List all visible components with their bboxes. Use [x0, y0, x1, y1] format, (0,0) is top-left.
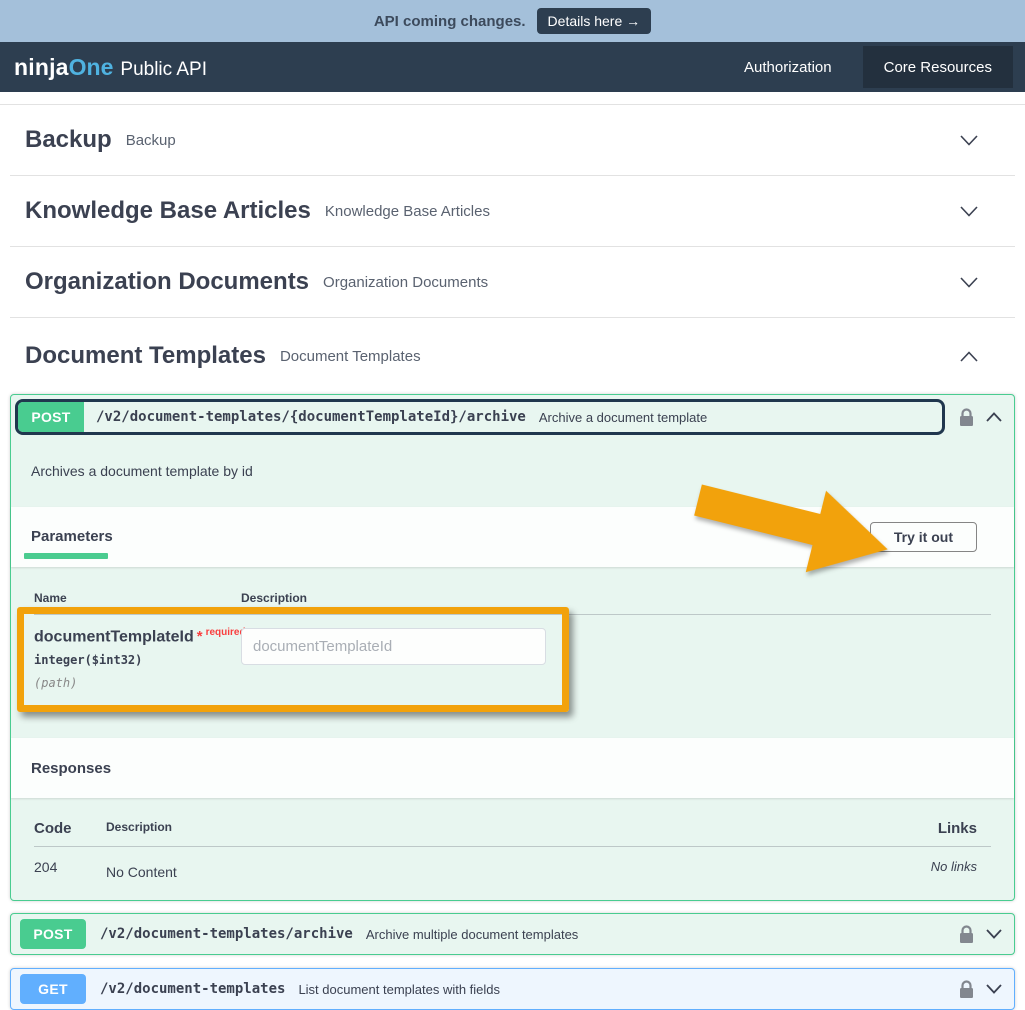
- response-links: No links: [881, 859, 991, 874]
- parameter-description-cell: [241, 627, 991, 690]
- auth-lock-icon[interactable]: [959, 980, 974, 999]
- banner-message: API coming changes.: [374, 13, 526, 30]
- response-description: No Content: [106, 859, 881, 880]
- parameters-tab: Parameters: [31, 528, 113, 555]
- try-it-out-button[interactable]: Try it out: [870, 522, 977, 552]
- opblock-summary-focus-ring[interactable]: POST /v2/document-templates/{documentTem…: [15, 399, 945, 435]
- opblock-archive-multiple-templates: POST /v2/document-templates/archive Arch…: [10, 913, 1015, 955]
- parameter-type: integer($int32): [34, 653, 241, 667]
- required-asterisk: *: [197, 628, 203, 645]
- parameters-table: Name Description documentTemplateId*requ…: [11, 567, 1014, 738]
- api-content: Backup Backup Knowledge Base Articles Kn…: [0, 105, 1025, 1010]
- endpoint-path: /v2/document-templates/archive: [100, 926, 353, 942]
- endpoint-path: /v2/document-templates/{documentTemplate…: [96, 402, 526, 432]
- tag-title: Backup: [25, 126, 112, 154]
- parameters-tab-underline: [24, 553, 108, 559]
- required-label: required: [206, 627, 246, 638]
- chevron-down-icon[interactable]: [986, 984, 1002, 994]
- opblock-archive-document-template: POST /v2/document-templates/{documentTem…: [10, 394, 1015, 901]
- parameters-title: Parameters: [31, 528, 113, 545]
- responses-header: Responses: [11, 738, 1014, 798]
- parameters-table-head: Name Description: [34, 591, 991, 605]
- links-column-header: Links: [881, 820, 991, 837]
- tag-description: Backup: [126, 132, 176, 149]
- details-here-button[interactable]: Details here →: [537, 8, 652, 34]
- operation-description: Archives a document template by id: [11, 439, 1014, 507]
- brand-one: One: [69, 54, 114, 81]
- nav-link-core-resources[interactable]: Core Resources: [863, 46, 1013, 88]
- chevron-down-icon[interactable]: [960, 206, 978, 217]
- navbar-links: Authorization Core Resources: [723, 42, 1025, 92]
- tag-title: Organization Documents: [25, 268, 309, 296]
- tag-section-knowledge-base-articles[interactable]: Knowledge Base Articles Knowledge Base A…: [10, 176, 1015, 247]
- parameter-name-cell: documentTemplateId*required integer($int…: [34, 627, 241, 690]
- tag-section-backup[interactable]: Backup Backup: [10, 105, 1015, 176]
- chevron-down-icon[interactable]: [986, 929, 1002, 939]
- method-badge-post: POST: [20, 919, 86, 949]
- method-badge-post: POST: [18, 402, 84, 432]
- response-description-column-header: Description: [106, 820, 881, 834]
- tag-description: Knowledge Base Articles: [325, 203, 490, 220]
- responses-title: Responses: [31, 760, 111, 777]
- tag-title: Knowledge Base Articles: [25, 197, 311, 225]
- chevron-down-icon[interactable]: [960, 277, 978, 288]
- page: API coming changes. Details here → ninja…: [0, 0, 1025, 1010]
- tag-description: Document Templates: [280, 348, 421, 365]
- tag-section-document-templates[interactable]: Document Templates Document Templates: [10, 318, 1015, 394]
- auth-lock-icon[interactable]: [959, 925, 974, 944]
- endpoint-summary: Archive multiple document templates: [366, 927, 578, 942]
- brand-ninja: ninja: [14, 54, 69, 81]
- parameter-name: documentTemplateId: [34, 628, 194, 645]
- tag-description: Organization Documents: [323, 274, 488, 291]
- tag-section-organization-documents[interactable]: Organization Documents Organization Docu…: [10, 247, 1015, 318]
- responses-table: Code Description Links 204 No Content No…: [11, 798, 1014, 900]
- chevron-up-icon[interactable]: [986, 412, 1002, 422]
- brand-logo[interactable]: ninja One Public API: [14, 54, 207, 81]
- announcement-banner: API coming changes. Details here →: [0, 0, 1025, 42]
- opblock-list-document-templates: GET /v2/document-templates List document…: [10, 968, 1015, 1010]
- nav-link-authorization[interactable]: Authorization: [723, 42, 853, 92]
- document-template-id-input[interactable]: [241, 628, 546, 665]
- brand-public-api: Public API: [120, 59, 207, 81]
- method-badge-get: GET: [20, 974, 86, 1004]
- endpoint-summary: Archive a document template: [539, 402, 707, 432]
- response-row: 204 No Content No links: [34, 847, 991, 880]
- endpoint-path: /v2/document-templates: [100, 981, 285, 997]
- description-column-header: Description: [241, 591, 991, 605]
- parameter-location: (path): [34, 676, 241, 690]
- endpoint-summary: List document templates with fields: [298, 982, 500, 997]
- tag-title: Document Templates: [25, 342, 266, 370]
- name-column-header: Name: [34, 591, 241, 605]
- top-navbar: ninja One Public API Authorization Core …: [0, 42, 1025, 92]
- opblock-summary[interactable]: GET /v2/document-templates List document…: [11, 969, 1014, 1009]
- code-column-header: Code: [34, 820, 106, 837]
- responses-table-head: Code Description Links: [34, 820, 991, 837]
- parameter-row: documentTemplateId*required integer($int…: [34, 615, 991, 690]
- parameters-header: Parameters Try it out: [11, 507, 1014, 567]
- chevron-down-icon[interactable]: [960, 135, 978, 146]
- auth-lock-icon[interactable]: [959, 408, 974, 427]
- opblock-summary[interactable]: POST /v2/document-templates/archive Arch…: [11, 914, 1014, 954]
- opblock-summary[interactable]: POST /v2/document-templates/{documentTem…: [11, 395, 1014, 439]
- response-code: 204: [34, 859, 106, 875]
- chevron-up-icon[interactable]: [960, 351, 978, 362]
